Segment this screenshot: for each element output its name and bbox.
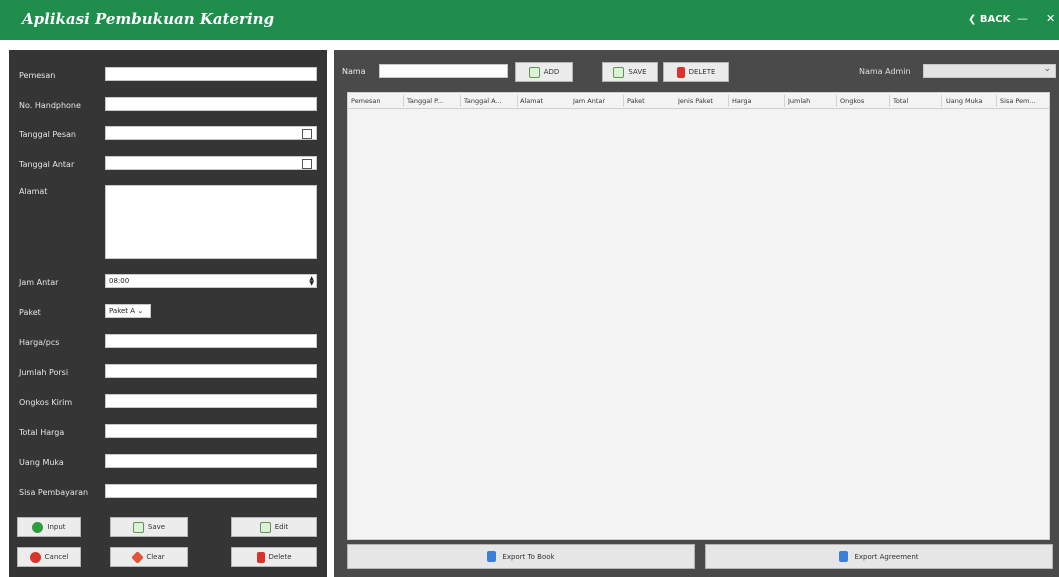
nama-input[interactable]	[379, 64, 508, 78]
input-uang-muka[interactable]	[105, 454, 317, 468]
input-pemesan[interactable]	[105, 67, 317, 81]
back-button[interactable]: ❮ BACK	[968, 14, 1010, 25]
check-icon	[613, 66, 625, 78]
column-separator	[728, 95, 729, 107]
label-harga-pcs: Harga/pcs	[19, 338, 60, 347]
clear-button[interactable]: Clear	[110, 547, 188, 567]
input-button-label: Input	[47, 523, 66, 531]
select-paket[interactable]: Paket A ⌄	[105, 304, 151, 318]
export-agreement-button[interactable]: Export Agreement	[705, 544, 1053, 569]
plus-circle-icon	[32, 521, 44, 533]
floppy-icon	[132, 521, 144, 533]
toolbar-save-button[interactable]: SAVE	[602, 62, 658, 82]
input-ongkos-kirim[interactable]	[105, 394, 317, 408]
input-jumlah-porsi[interactable]	[105, 364, 317, 378]
label-total-harga: Total Harga	[19, 428, 65, 437]
input-button[interactable]: Input	[17, 517, 81, 537]
column-header[interactable]: Tanggal A...	[464, 97, 514, 105]
column-header[interactable]: Jam Antar	[573, 97, 623, 105]
orders-table[interactable]: Pemesan Tanggal P... Tanggal A... Alamat…	[347, 92, 1050, 540]
add-icon	[528, 66, 540, 78]
column-header[interactable]: Pemesan	[351, 97, 399, 105]
column-header[interactable]: Ongkos	[840, 97, 890, 105]
column-separator	[460, 95, 461, 107]
column-header[interactable]: Sisa Pem...	[1000, 97, 1048, 105]
save-button-label: Save	[147, 523, 166, 531]
label-alamat: Alamat	[19, 187, 48, 196]
spinner-arrows-icon[interactable]: ▲ ▼	[309, 276, 314, 287]
column-separator	[517, 95, 518, 107]
input-total-harga[interactable]	[105, 424, 317, 438]
export-agreement-label: Export Agreement	[854, 552, 919, 561]
toolbar-delete-label: DELETE	[688, 68, 716, 76]
trash-icon	[256, 551, 265, 563]
date-tanggal-antar[interactable]	[105, 156, 317, 170]
toolbar-delete-button[interactable]: DELETE	[663, 62, 729, 82]
table-header: Pemesan Tanggal P... Tanggal A... Alamat…	[348, 93, 1049, 109]
date-tanggal-pesan[interactable]	[105, 126, 317, 140]
spinner-jam-antar[interactable]: 08:00 ▲ ▼	[105, 274, 317, 288]
delete-button-label: Delete	[268, 553, 292, 561]
label-jumlah-porsi: Jumlah Porsi	[19, 368, 69, 377]
column-header[interactable]: Harga	[732, 97, 782, 105]
input-no-handphone[interactable]	[105, 97, 317, 111]
document-icon	[839, 551, 849, 562]
label-uang-muka: Uang Muka	[19, 458, 64, 467]
toolbar-save-label: SAVE	[628, 68, 647, 76]
column-header[interactable]: Jumlah	[788, 97, 838, 105]
column-header[interactable]: Alamat	[520, 97, 570, 105]
column-header[interactable]: Paket	[627, 97, 677, 105]
trash-icon	[676, 66, 685, 78]
column-separator	[836, 95, 837, 107]
jam-antar-value: 08:00	[109, 277, 130, 285]
column-separator	[941, 95, 942, 107]
column-header[interactable]: Tanggal P...	[407, 97, 457, 105]
label-ongkos-kirim: Ongkos Kirim	[19, 398, 73, 407]
column-header[interactable]: Jenis Paket	[678, 97, 726, 105]
column-separator	[623, 95, 624, 107]
column-header[interactable]: Uang Muka	[946, 97, 994, 105]
label-tanggal-pesan: Tanggal Pesan	[19, 130, 76, 139]
app-title: Aplikasi Pembukuan Katering	[22, 10, 275, 28]
clear-button-label: Clear	[146, 553, 165, 561]
eraser-icon	[131, 550, 145, 564]
save-button[interactable]: Save	[110, 517, 188, 537]
document-icon	[487, 551, 497, 562]
admin-label: Nama Admin	[859, 67, 911, 76]
column-separator	[889, 95, 890, 107]
minimize-button[interactable]: —	[1017, 12, 1028, 25]
label-jam-antar: Jam Antar	[19, 278, 59, 287]
edit-button-label: Edit	[274, 523, 289, 531]
delete-button[interactable]: Delete	[231, 547, 317, 567]
input-harga-pcs[interactable]	[105, 334, 317, 348]
cancel-button-label: Cancel	[44, 553, 69, 561]
column-header[interactable]: Total	[893, 97, 943, 105]
column-separator	[996, 95, 997, 107]
edit-button[interactable]: Edit	[231, 517, 317, 537]
export-to-book-label: Export To Book	[502, 552, 555, 561]
data-panel: Nama ADD SAVE DELETE Nama Admin Pemesan …	[334, 50, 1059, 577]
input-form-panel: Pemesan No. Handphone Tanggal Pesan Tang…	[9, 50, 327, 577]
title-bar: Aplikasi Pembukuan Katering ❮ BACK — ✕	[0, 0, 1059, 40]
label-sisa-pembayaran: Sisa Pembayaran	[19, 488, 89, 497]
close-button[interactable]: ✕	[1046, 12, 1055, 25]
label-pemesan: Pemesan	[19, 71, 56, 80]
input-sisa-pembayaran[interactable]	[105, 484, 317, 498]
textarea-alamat[interactable]	[105, 185, 317, 259]
add-button[interactable]: ADD	[515, 62, 573, 82]
add-button-label: ADD	[543, 68, 560, 76]
column-separator	[784, 95, 785, 107]
paket-value: Paket A	[109, 307, 136, 315]
label-no-handphone: No. Handphone	[19, 101, 81, 110]
cancel-circle-icon	[29, 551, 41, 563]
label-paket: Paket	[19, 308, 41, 317]
chevron-down-icon: ⌄	[137, 307, 144, 315]
label-tanggal-antar: Tanggal Antar	[19, 160, 75, 169]
admin-select[interactable]	[923, 64, 1056, 78]
nama-label: Nama	[342, 67, 366, 76]
cancel-button[interactable]: Cancel	[17, 547, 81, 567]
export-to-book-button[interactable]: Export To Book	[347, 544, 695, 569]
column-separator	[403, 95, 404, 107]
edit-icon	[259, 521, 271, 533]
